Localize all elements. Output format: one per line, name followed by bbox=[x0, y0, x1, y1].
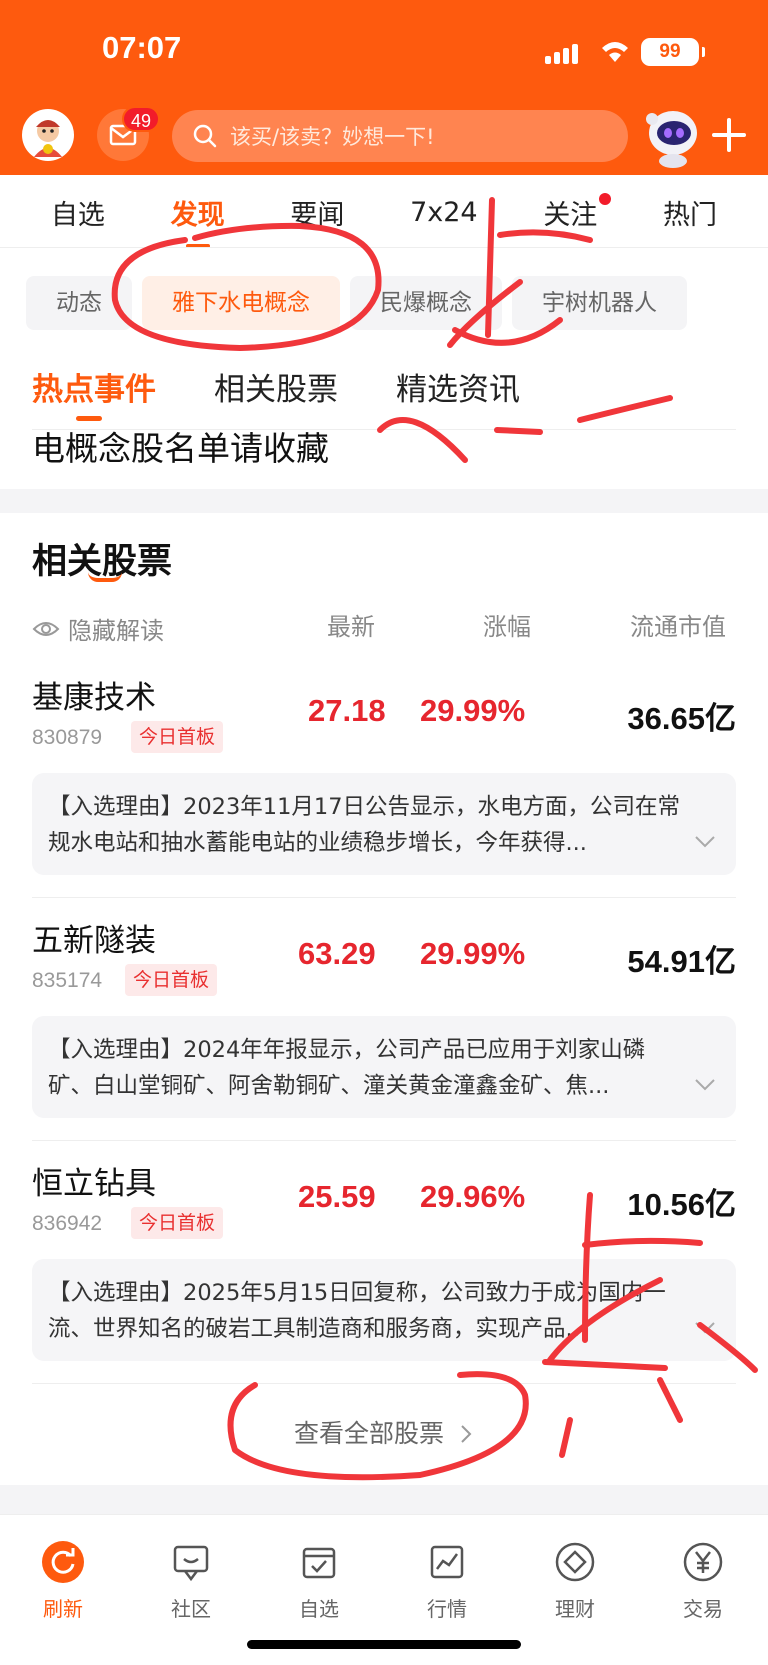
hide-analysis-label: 隐藏解读 bbox=[68, 617, 164, 645]
stock-market-cap: 36.65亿 bbox=[627, 701, 736, 736]
tab-7x24[interactable]: 7x24 bbox=[410, 195, 478, 228]
app-header: 07:07 99 49 该买/该卖？妙想一下! bbox=[0, 0, 768, 175]
diamond-icon bbox=[555, 1542, 595, 1582]
user-avatar[interactable] bbox=[22, 109, 74, 161]
stock-market-cap: 10.56亿 bbox=[627, 1187, 736, 1222]
stock-change: 29.96% bbox=[420, 1179, 526, 1214]
bottom-tab-label: 交易 bbox=[683, 1597, 723, 1621]
chat-bubble-icon bbox=[173, 1545, 209, 1582]
stock-name[interactable]: 恒立钻具 bbox=[32, 1158, 156, 1203]
hide-analysis-toggle[interactable]: 隐藏解读 bbox=[32, 611, 164, 646]
tab-watchlist[interactable]: 自选 bbox=[51, 191, 105, 232]
home-indicator bbox=[247, 1640, 521, 1649]
stock-reason-text: 【入选理由】2024年年报显示，公司产品已应用于刘家山磷矿、白山堂铜矿、阿舍勒铜… bbox=[48, 1037, 646, 1099]
subtab-related-stocks[interactable]: 相关股票 bbox=[214, 364, 338, 409]
row-divider bbox=[32, 897, 736, 898]
stock-tag: 今日首板 bbox=[131, 721, 224, 753]
bottom-tab-community[interactable]: 社区 bbox=[141, 1525, 241, 1622]
chevron-down-icon bbox=[695, 836, 715, 848]
avatar-cartoon-icon bbox=[34, 120, 62, 157]
bottom-tab-label: 自选 bbox=[299, 1597, 339, 1621]
eye-icon bbox=[32, 621, 60, 636]
stock-tag: 今日首板 bbox=[131, 1207, 224, 1239]
bottom-tab-market[interactable]: 行情 bbox=[397, 1525, 497, 1622]
stock-reason[interactable]: 【入选理由】2023年11月17日公告显示，水电方面，公司在常规水电站和抽水蓄能… bbox=[32, 773, 736, 875]
topic-sub-tabs: 热点事件 相关股票 精选资讯 bbox=[32, 364, 520, 421]
bottom-tab-wealth[interactable]: 理财 bbox=[525, 1525, 625, 1622]
refresh-icon bbox=[42, 1541, 84, 1583]
main-tab-bar: 自选 发现 要闻 7x24 关注 热门 bbox=[0, 175, 768, 248]
line-chart-icon bbox=[430, 1545, 464, 1579]
tab-hot[interactable]: 热门 bbox=[663, 191, 717, 232]
view-all-stocks-link[interactable]: 查看全部股票 bbox=[0, 1414, 768, 1450]
bottom-tab-label: 行情 bbox=[427, 1597, 467, 1621]
row-divider bbox=[32, 1140, 736, 1141]
stock-price: 25.59 bbox=[298, 1179, 376, 1214]
view-all-label: 查看全部股票 bbox=[294, 1419, 445, 1448]
tab-discover[interactable]: 发现 bbox=[171, 191, 225, 248]
search-bar[interactable]: 该买/该卖？妙想一下! bbox=[172, 110, 628, 162]
stock-price: 27.18 bbox=[308, 693, 386, 728]
bottom-tab-trade[interactable]: 交易 bbox=[653, 1525, 753, 1622]
tab-follow-label: 关注 bbox=[543, 199, 598, 231]
stock-change: 29.99% bbox=[420, 693, 526, 728]
bottom-tab-watchlist[interactable]: 自选 bbox=[269, 1525, 369, 1622]
stock-name[interactable]: 基康技术 bbox=[32, 672, 156, 717]
chevron-down-icon bbox=[695, 1079, 715, 1091]
chip-explosives-concept[interactable]: 民爆概念 bbox=[350, 276, 502, 330]
subtab-selected-news[interactable]: 精选资讯 bbox=[396, 364, 520, 409]
tab-news[interactable]: 要闻 bbox=[290, 191, 344, 232]
column-latest[interactable]: 最新 bbox=[327, 607, 375, 642]
wifi-icon bbox=[602, 42, 628, 62]
chevron-right-icon bbox=[461, 1425, 472, 1443]
stock-market-cap: 54.91亿 bbox=[627, 944, 736, 979]
chevron-down-icon bbox=[695, 1322, 715, 1334]
chip-unitree-robot[interactable]: 宇树机器人 bbox=[512, 276, 687, 330]
bottom-tab-refresh[interactable]: 刷新 bbox=[13, 1525, 113, 1622]
battery-indicator: 99 bbox=[641, 38, 705, 66]
unread-dot bbox=[599, 192, 612, 205]
stock-code: 835174 bbox=[32, 969, 103, 992]
add-plus-icon[interactable] bbox=[712, 118, 746, 152]
checklist-icon bbox=[302, 1547, 336, 1579]
column-market-cap[interactable]: 流通市值 bbox=[630, 607, 726, 642]
news-headline[interactable]: 电概念股名单请收藏 bbox=[32, 422, 329, 470]
search-placeholder: 该买/该卖？妙想一下! bbox=[230, 125, 435, 149]
topic-chip-row: 动态 雅下水电概念 民爆概念 宇树机器人 bbox=[26, 276, 687, 330]
stock-reason[interactable]: 【入选理由】2024年年报显示，公司产品已应用于刘家山磷矿、白山堂铜矿、阿舍勒铜… bbox=[32, 1016, 736, 1118]
yen-icon bbox=[683, 1542, 723, 1582]
row-divider bbox=[32, 1383, 736, 1384]
stock-tag: 今日首板 bbox=[125, 964, 218, 996]
stock-change: 29.99% bbox=[420, 936, 526, 971]
tab-follow[interactable]: 关注 bbox=[543, 191, 612, 232]
stock-reason[interactable]: 【入选理由】2025年5月15日回复称，公司致力于成为国内一流、世界知名的破岩工… bbox=[32, 1259, 736, 1361]
stock-name[interactable]: 五新隧装 bbox=[32, 915, 156, 960]
bottom-tab-label: 社区 bbox=[171, 1597, 211, 1621]
stock-code: 836942 bbox=[32, 1212, 103, 1235]
message-count-badge: 49 bbox=[122, 106, 160, 132]
subtab-hot-events[interactable]: 热点事件 bbox=[32, 364, 156, 421]
cellular-signal-icon bbox=[545, 44, 585, 64]
stock-reason-text: 【入选理由】2023年11月17日公告显示，水电方面，公司在常规水电站和抽水蓄能… bbox=[48, 794, 681, 856]
bottom-tab-label: 理财 bbox=[555, 1597, 595, 1621]
stock-reason-text: 【入选理由】2025年5月15日回复称，公司致力于成为国内一流、世界知名的破岩工… bbox=[48, 1280, 666, 1342]
stock-price: 63.29 bbox=[298, 936, 376, 971]
chip-hydropower-concept[interactable]: 雅下水电概念 bbox=[142, 276, 340, 330]
bottom-tab-label: 刷新 bbox=[43, 1597, 83, 1621]
status-time: 07:07 bbox=[102, 30, 182, 65]
search-icon bbox=[193, 124, 217, 148]
section-title-underline bbox=[88, 572, 122, 582]
stock-code: 830879 bbox=[32, 726, 103, 749]
ai-assistant-robot-icon[interactable] bbox=[640, 103, 706, 169]
chip-dynamics[interactable]: 动态 bbox=[26, 276, 132, 330]
column-change[interactable]: 涨幅 bbox=[483, 607, 531, 642]
